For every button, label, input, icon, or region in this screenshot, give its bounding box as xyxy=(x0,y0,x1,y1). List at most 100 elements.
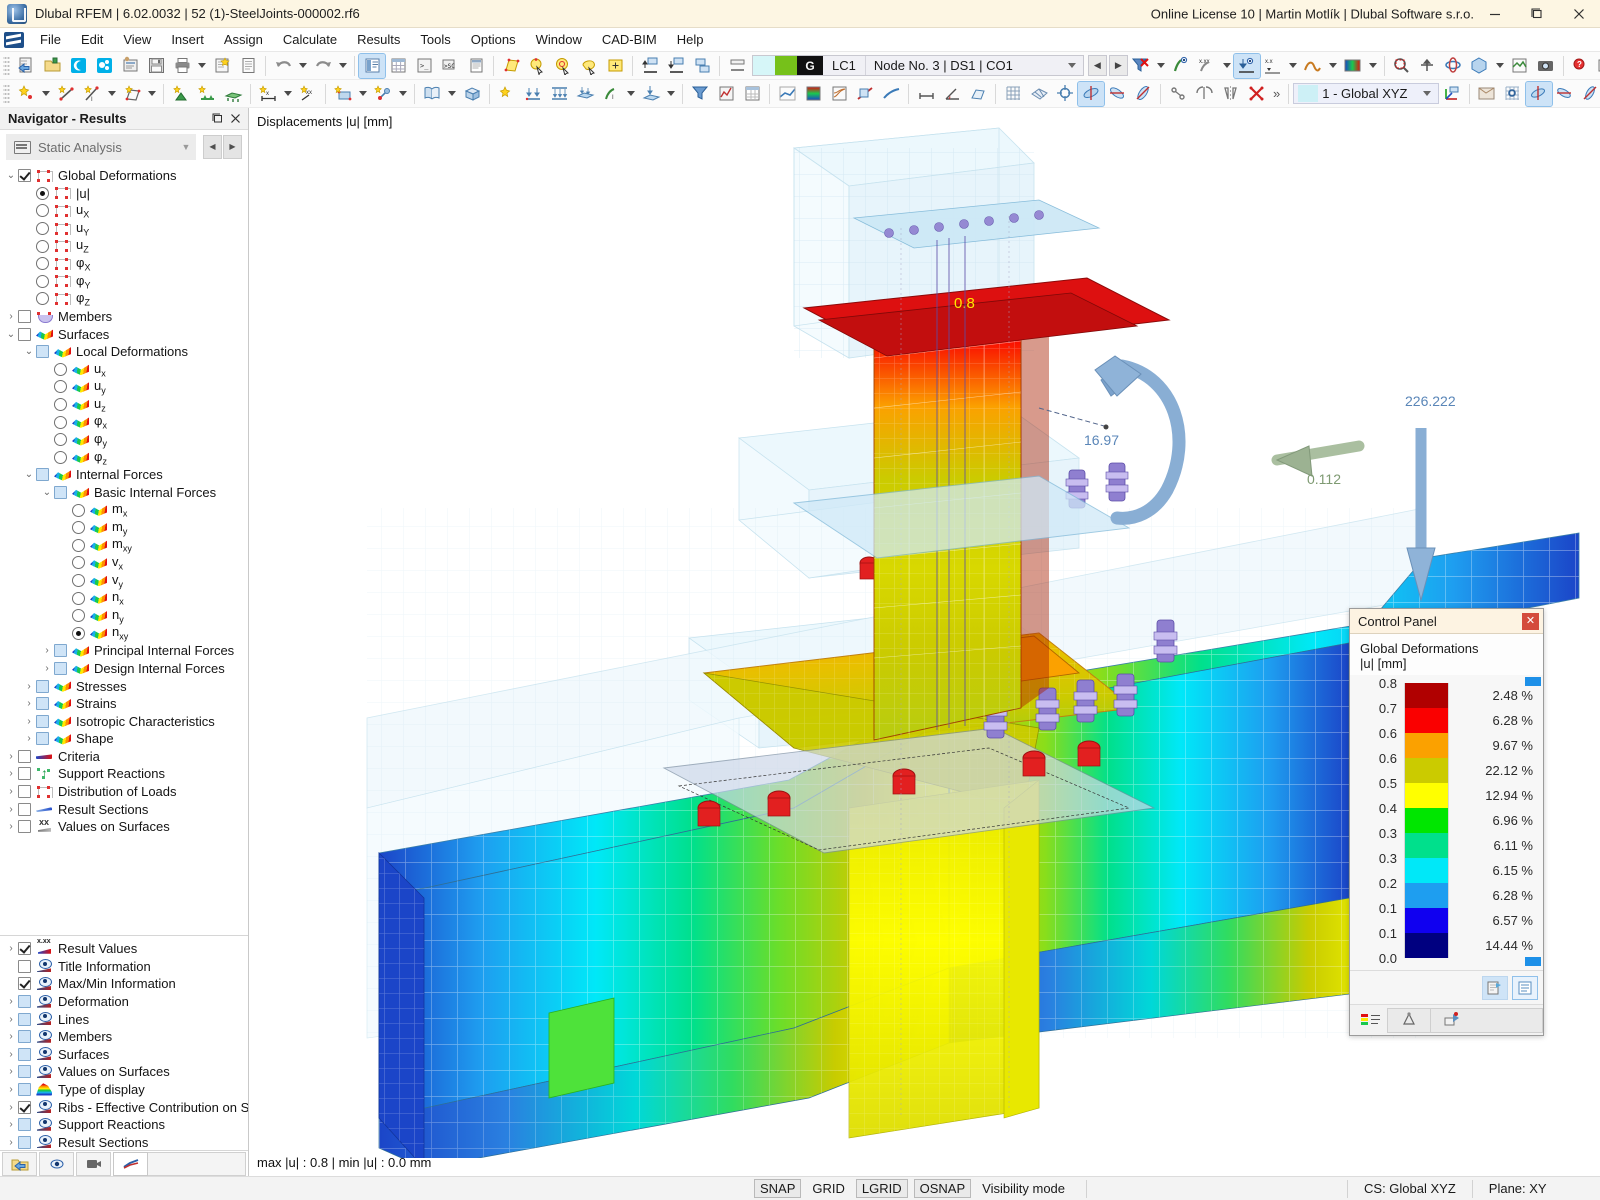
view-yz-icon[interactable] xyxy=(1130,82,1156,106)
tree-item[interactable]: φz xyxy=(0,449,248,466)
selection-field[interactable]: Node No. 3 | DS1 | CO1 xyxy=(864,56,1061,75)
new-line-icon[interactable] xyxy=(53,82,79,106)
radio-button[interactable] xyxy=(36,274,49,288)
connect-nodes-icon[interactable] xyxy=(1165,82,1191,106)
tree-expander[interactable]: › xyxy=(22,681,36,692)
imposed-load-dropdown-icon[interactable] xyxy=(664,82,678,106)
show-results-icon[interactable] xyxy=(1168,54,1194,78)
cs-dropdown-icon[interactable] xyxy=(1416,84,1438,103)
tree-expander[interactable]: ⌄ xyxy=(22,346,36,357)
checkbox[interactable] xyxy=(18,959,31,973)
radio-button[interactable] xyxy=(72,521,85,535)
tree-expander[interactable]: › xyxy=(4,1031,18,1042)
tree-item[interactable]: › Type of display xyxy=(0,1081,248,1099)
minimize-button[interactable] xyxy=(1474,0,1516,28)
radio-button[interactable] xyxy=(54,415,67,429)
diagram-dropdown-icon[interactable] xyxy=(1326,54,1340,78)
open-book-icon[interactable] xyxy=(419,82,445,106)
new-node-dropdown-icon[interactable] xyxy=(39,82,53,106)
checkbox-partial[interactable] xyxy=(54,485,67,499)
checkbox-partial[interactable] xyxy=(18,1118,31,1132)
radio-button[interactable] xyxy=(72,556,85,570)
tree-expander[interactable]: ⌄ xyxy=(4,329,18,340)
measure-area-icon[interactable] xyxy=(965,82,991,106)
filter-clear-icon[interactable] xyxy=(1128,54,1154,78)
tree-item[interactable]: φX xyxy=(0,255,248,273)
printout-report-icon[interactable] xyxy=(209,54,235,78)
deformation-display-icon[interactable] xyxy=(1232,52,1261,79)
new-solid-icon[interactable] xyxy=(330,82,356,106)
screenshot-icon[interactable] xyxy=(1594,54,1600,78)
free-load-icon[interactable]: I xyxy=(598,82,624,106)
tab-results-navigator[interactable] xyxy=(113,1151,148,1176)
print-view-icon[interactable] xyxy=(1507,54,1533,78)
mirror-copy-icon[interactable] xyxy=(1191,82,1217,106)
tree-item[interactable]: › Values on Surfaces xyxy=(0,1063,248,1081)
radio-button[interactable] xyxy=(72,591,85,605)
redo-dropdown-icon[interactable] xyxy=(336,54,350,78)
tree-item[interactable]: vx xyxy=(0,554,248,572)
tree-expander[interactable]: › xyxy=(40,645,54,656)
tree-item[interactable]: uX xyxy=(0,202,248,220)
radio-button[interactable] xyxy=(36,257,49,271)
tree-expander[interactable]: › xyxy=(4,1102,18,1113)
load-star-icon[interactable] xyxy=(494,82,520,106)
coordinate-system-selector[interactable]: 1 - Global XYZ xyxy=(1293,83,1439,104)
plot-surface-icon[interactable] xyxy=(774,82,800,106)
new-surface-icon[interactable] xyxy=(119,82,145,106)
checkbox-partial[interactable] xyxy=(18,1012,31,1026)
tree-item[interactable]: › Support Reactions xyxy=(0,765,248,783)
tree-item[interactable]: › Principal Internal Forces xyxy=(0,642,248,660)
select-region-icon[interactable] xyxy=(550,54,576,78)
table-panel-icon[interactable] xyxy=(385,54,411,78)
next-case-button[interactable]: ▶ xyxy=(1108,55,1128,76)
select-special-icon[interactable] xyxy=(602,54,628,78)
tree-item[interactable]: › Strains xyxy=(0,695,248,713)
rsection-icon[interactable] xyxy=(91,54,117,78)
status-lgrid[interactable]: LGRID xyxy=(855,1179,908,1198)
tree-item[interactable]: |u| xyxy=(0,185,248,203)
checkbox-partial[interactable] xyxy=(36,697,49,711)
tree-item[interactable]: ⌄ Basic Internal Forces xyxy=(0,484,248,502)
radio-button[interactable] xyxy=(36,204,49,218)
radio-button[interactable] xyxy=(72,573,85,587)
tree-expander[interactable]: ⌄ xyxy=(4,170,18,181)
radio-button[interactable] xyxy=(54,362,67,376)
checkbox-partial[interactable] xyxy=(36,468,49,482)
result-table-icon[interactable] xyxy=(739,82,765,106)
navigator-close-button[interactable] xyxy=(226,110,244,128)
select-object-icon[interactable] xyxy=(524,54,550,78)
calculate-icon[interactable] xyxy=(687,82,713,106)
radio-button[interactable] xyxy=(54,433,67,447)
color-scale-legend[interactable]: 0.8 2.48 % 0.7 6.28 % 0.6 9.67 % 0.6 22.12 % 0.5… xyxy=(1350,675,1543,970)
tree-item[interactable]: my xyxy=(0,519,248,536)
plane-yz-icon[interactable] xyxy=(1578,82,1600,106)
new-surface-support-icon[interactable] xyxy=(220,82,246,106)
view-iso-icon[interactable] xyxy=(1077,80,1105,107)
analysis-next-button[interactable]: ▶ xyxy=(223,134,242,159)
tree-expander[interactable]: › xyxy=(4,804,18,815)
tree-expander[interactable]: › xyxy=(22,716,36,727)
tree-item[interactable]: › Members xyxy=(0,1028,248,1046)
checkbox-partial[interactable] xyxy=(36,679,49,693)
rotate-view-icon[interactable] xyxy=(1441,54,1467,78)
new-solid-dropdown-icon[interactable] xyxy=(356,82,370,106)
display-options-tree[interactable]: › Result ValuesTitle Information Max/Min I… xyxy=(0,935,248,1150)
checkbox-partial[interactable] xyxy=(18,1135,31,1149)
checkbox-partial[interactable] xyxy=(18,1030,31,1044)
mirror-icon[interactable] xyxy=(1217,82,1243,106)
tree-item[interactable]: › Isotropic Characteristics xyxy=(0,712,248,730)
tree-item[interactable]: › Support Reactions xyxy=(0,1116,248,1134)
line-load-icon[interactable] xyxy=(546,82,572,106)
tree-expander[interactable]: ⌄ xyxy=(40,487,54,498)
checkbox[interactable] xyxy=(18,802,31,816)
tree-expander[interactable]: › xyxy=(4,1137,18,1148)
tree-item[interactable]: › Result Sections xyxy=(0,1134,248,1150)
tree-expander[interactable]: › xyxy=(4,1084,18,1095)
menu-calculate[interactable]: Calculate xyxy=(273,29,347,50)
status-snap[interactable]: SNAP xyxy=(754,1179,802,1198)
checkbox[interactable] xyxy=(18,767,31,781)
document-icon[interactable] xyxy=(235,54,261,78)
measure-angle-icon[interactable] xyxy=(939,82,965,106)
tree-item[interactable]: › Values on Surfaces xyxy=(0,817,248,836)
